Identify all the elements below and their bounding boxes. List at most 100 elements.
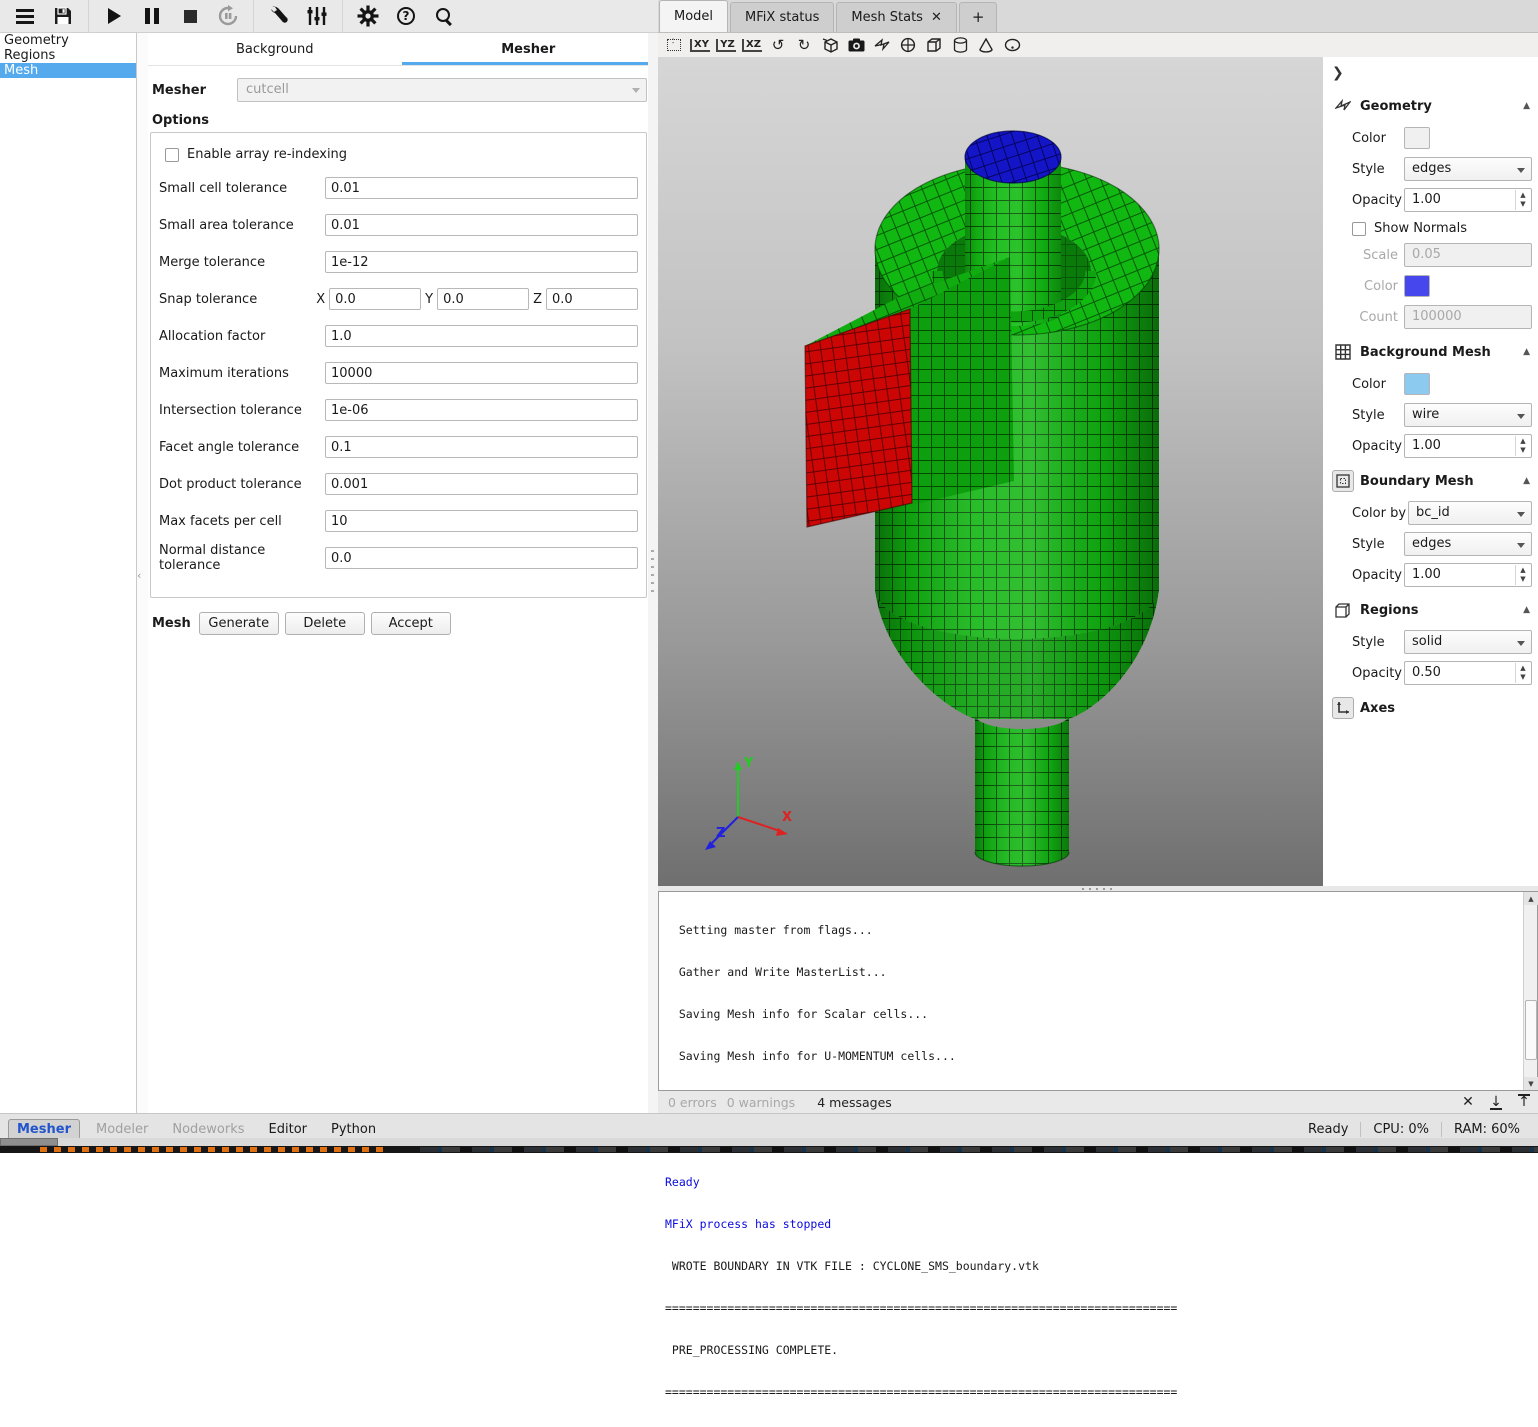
mode-editor-button[interactable]: Editor [261, 1120, 315, 1139]
tab-background[interactable]: Background [148, 36, 402, 65]
horizontal-scrollbar[interactable] [0, 1138, 1538, 1146]
terminal-scrollbar[interactable]: ▲ ▼ [1523, 892, 1537, 1090]
tab-mesher[interactable]: Mesher [402, 36, 656, 65]
snap-z-input[interactable] [546, 288, 638, 310]
sidebar-collapse-button[interactable]: ❯ [1332, 65, 1350, 83]
warnings-count[interactable]: 0 warnings [727, 1095, 796, 1110]
normal-distance-tolerance-input[interactable] [325, 547, 638, 569]
accept-button[interactable]: Accept [371, 612, 451, 635]
mode-nodeworks-button[interactable]: Nodeworks [164, 1120, 252, 1139]
stop-button[interactable] [171, 2, 209, 30]
geometry-color-swatch[interactable] [1404, 127, 1430, 149]
spin-arrows-icon[interactable]: ▲▼ [1515, 436, 1530, 456]
mesher-select[interactable]: cutcell [237, 78, 647, 102]
boundary-mesh-opacity-spinbox[interactable]: 1.00 ▲▼ [1404, 563, 1532, 587]
scroll-to-top-button[interactable]: ↑ [1510, 1094, 1538, 1110]
max-facets-per-cell-input[interactable] [325, 510, 638, 532]
menu-button[interactable] [6, 2, 44, 30]
screenshot-button[interactable] [844, 35, 868, 55]
save-button[interactable] [44, 2, 82, 30]
facet-angle-tolerance-input[interactable] [325, 436, 638, 458]
ellipse-widget-button[interactable] [1000, 35, 1024, 55]
tab-model[interactable]: Model [659, 0, 728, 32]
scroll-down-arrow[interactable]: ▼ [1524, 1077, 1538, 1090]
rotate-right-button[interactable]: ↻ [792, 35, 816, 55]
cylinder-widget-button[interactable] [948, 35, 972, 55]
perspective-button[interactable] [818, 35, 842, 55]
scrollbar-thumb[interactable] [1525, 1000, 1537, 1060]
box-widget-button[interactable] [922, 35, 946, 55]
reset-button[interactable] [209, 2, 247, 30]
nav-collapse-handle[interactable]: ‹ [137, 33, 148, 1113]
add-tab-button[interactable]: + [959, 2, 998, 32]
scroll-up-arrow[interactable]: ▲ [1524, 892, 1538, 905]
snap-x-input[interactable] [329, 288, 421, 310]
parameters-button[interactable] [298, 2, 336, 30]
mode-mesher-button[interactable]: Mesher [8, 1119, 80, 1140]
errors-count[interactable]: 0 errors [668, 1095, 717, 1110]
spin-arrows-icon[interactable]: ▲▼ [1515, 565, 1530, 585]
output-terminal[interactable]: Setting master from flags... Gather and … [658, 891, 1538, 1091]
geometry-opacity-value: 1.00 [1412, 192, 1441, 207]
boundary-mesh-section-header[interactable]: Boundary Mesh ▲ [1324, 468, 1538, 494]
geometry-section-header[interactable]: Geometry ▲ [1324, 93, 1538, 119]
close-tab-icon[interactable]: ✕ [931, 3, 942, 32]
help-button[interactable]: ? [387, 2, 425, 30]
scroll-to-bottom-button[interactable]: ↓ [1482, 1094, 1510, 1110]
geometry-style-select[interactable]: edges [1404, 157, 1532, 181]
boundary-mesh-icon[interactable] [1332, 470, 1354, 492]
visibility-menu-button[interactable] [870, 35, 894, 55]
clear-messages-button[interactable]: ✕ [1454, 1094, 1482, 1110]
rotate-left-button[interactable]: ↺ [766, 35, 790, 55]
background-mesh-color-swatch[interactable] [1404, 373, 1430, 395]
spin-arrows-icon[interactable]: ▲▼ [1515, 663, 1530, 683]
spin-arrows-icon[interactable]: ▲▼ [1515, 190, 1530, 210]
maximum-iterations-input[interactable] [325, 362, 638, 384]
axes-section-header[interactable]: Axes [1324, 695, 1538, 721]
background-mesh-style-select[interactable]: wire [1404, 403, 1532, 427]
search-button[interactable] [425, 2, 463, 30]
tab-mfix-status[interactable]: MFiX status [730, 2, 834, 32]
show-normals-checkbox[interactable]: Show Normals [1352, 221, 1532, 236]
sidebar-item-regions[interactable]: Regions [0, 48, 136, 63]
view-xy-button[interactable]: XY [688, 35, 712, 55]
messages-count[interactable]: 4 messages [817, 1095, 892, 1110]
delete-button[interactable]: Delete [285, 612, 365, 635]
intersection-tolerance-input[interactable] [325, 399, 638, 421]
allocation-factor-input[interactable] [325, 325, 638, 347]
boundary-mesh-color-by-select[interactable]: bc_id [1408, 501, 1532, 525]
tab-mesh-stats[interactable]: Mesh Stats ✕ [836, 2, 956, 32]
geometry-opacity-spinbox[interactable]: 1.00 ▲▼ [1404, 188, 1532, 212]
mode-modeler-button[interactable]: Modeler [88, 1120, 156, 1139]
boundary-mesh-style-select[interactable]: edges [1404, 532, 1532, 556]
sidebar-item-mesh[interactable]: Mesh [0, 63, 136, 78]
axes-icon[interactable] [1332, 697, 1354, 719]
settings-wrench-button[interactable] [260, 2, 298, 30]
snap-y-input[interactable] [437, 288, 529, 310]
regions-section-header[interactable]: Regions ▲ [1324, 597, 1538, 623]
background-mesh-opacity-spinbox[interactable]: 1.00 ▲▼ [1404, 434, 1532, 458]
cone-widget-button[interactable] [974, 35, 998, 55]
scrollbar-handle[interactable] [0, 1138, 58, 1146]
background-mesh-section-header[interactable]: Background Mesh ▲ [1324, 339, 1538, 365]
regions-style-select[interactable]: solid [1404, 630, 1532, 654]
generate-button[interactable]: Generate [199, 612, 279, 635]
enable-array-reindexing-checkbox[interactable]: Enable array re-indexing [165, 147, 638, 162]
merge-tolerance-input[interactable] [325, 251, 638, 273]
sidebar-item-geometry[interactable]: Geometry [0, 33, 136, 48]
pause-button[interactable] [133, 2, 171, 30]
dot-product-tolerance-input[interactable] [325, 473, 638, 495]
small-area-tolerance-input[interactable] [325, 214, 638, 236]
regions-opacity-spinbox[interactable]: 0.50 ▲▼ [1404, 661, 1532, 685]
reset-view-button[interactable] [662, 35, 686, 55]
view-yz-button[interactable]: YZ [714, 35, 738, 55]
allocation-factor-label: Allocation factor [159, 329, 325, 344]
preferences-button[interactable] [349, 2, 387, 30]
mode-python-button[interactable]: Python [323, 1120, 384, 1139]
view-xz-button[interactable]: XZ [740, 35, 764, 55]
run-button[interactable] [95, 2, 133, 30]
vtk-3d-view[interactable]: Y X Z [658, 57, 1323, 886]
panel-splitter[interactable] [648, 33, 658, 1113]
small-cell-tolerance-input[interactable] [325, 177, 638, 199]
sphere-widget-button[interactable] [896, 35, 920, 55]
